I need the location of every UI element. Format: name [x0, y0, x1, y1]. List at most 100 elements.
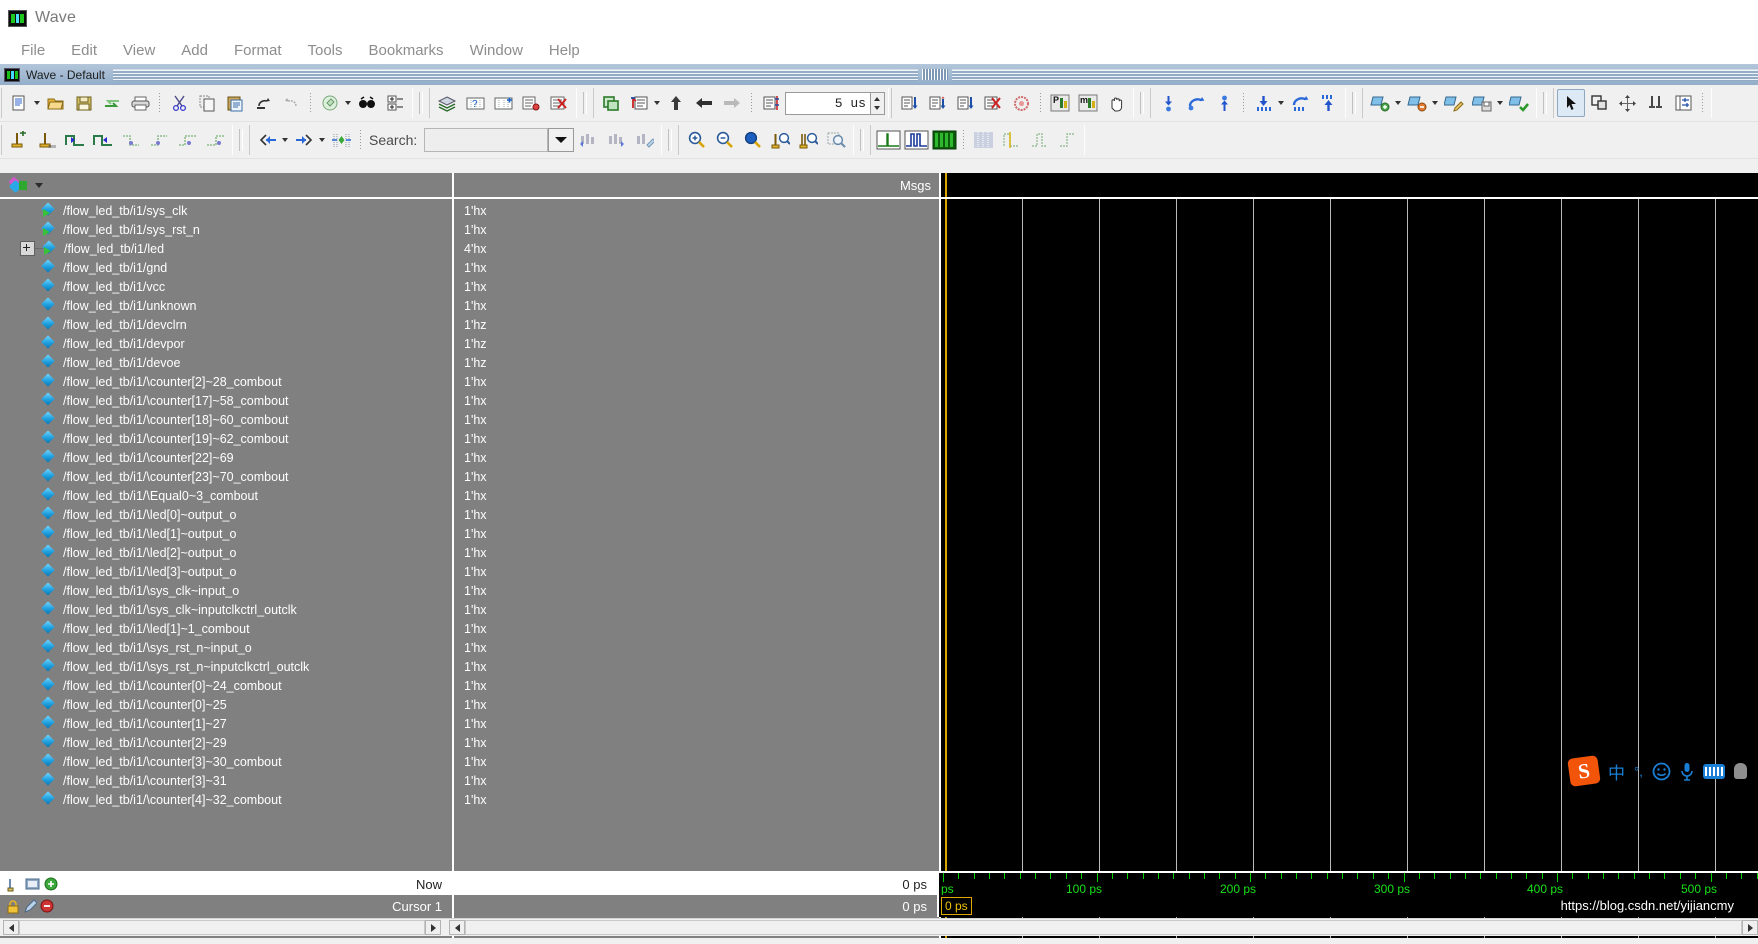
bookmark-save-button[interactable] — [1468, 89, 1496, 117]
signal-row[interactable]: /flow_led_tb/i1/\sys_rst_n~input_o — [0, 638, 452, 657]
signal-value-row[interactable]: 1'hx — [464, 562, 939, 581]
signal-row[interactable]: /flow_led_tb/i1/unknown — [0, 296, 452, 315]
signal-value-row[interactable]: 1'hx — [464, 467, 939, 486]
signal-value-row[interactable]: 1'hx — [464, 429, 939, 448]
signal-value-row[interactable]: 1'hx — [464, 372, 939, 391]
expand-right-button[interactable] — [290, 126, 318, 154]
print-button[interactable] — [126, 89, 154, 117]
signal-values-rows[interactable]: 1'hx 1'hx 4'hx 1'hx 1'hx 1'hx 1'hz 1'hz 1'hz 1'hx… — [454, 199, 939, 944]
cut-button[interactable] — [165, 89, 193, 117]
expand-left-button[interactable] — [253, 126, 281, 154]
run-button[interactable] — [625, 89, 653, 117]
signal-value-row[interactable]: 1'hx — [464, 391, 939, 410]
signal-row[interactable]: /flow_led_tb/i1/vcc — [0, 277, 452, 296]
expand-plus-icon[interactable] — [20, 241, 35, 256]
signal-value-row[interactable]: 1'hx — [464, 600, 939, 619]
signal-value-row[interactable]: 1'hx — [464, 752, 939, 771]
signal-value-row[interactable]: 1'hx — [464, 676, 939, 695]
redo-button[interactable] — [277, 89, 305, 117]
signal-row[interactable]: /flow_led_tb/i1/\counter[19]~62_combout — [0, 429, 452, 448]
bookmark-edit-button[interactable] — [1440, 89, 1468, 117]
wave-mosaic-button[interactable] — [969, 126, 997, 154]
signal-row[interactable]: /flow_led_tb/i1/devoe — [0, 353, 452, 372]
pan-mode-button[interactable] — [1613, 89, 1641, 117]
time-ruler[interactable]: ps 100 ps 200 ps 300 ps 400 ps 500 ps — [939, 873, 1758, 896]
copy-button[interactable] — [193, 89, 221, 117]
run-up-button[interactable] — [1210, 89, 1238, 117]
wave-question-button[interactable]: ? — [461, 89, 489, 117]
signal-row[interactable]: /flow_led_tb/i1/gnd — [0, 258, 452, 277]
signal-row[interactable]: /flow_led_tb/i1/\counter[3]~31 — [0, 771, 452, 790]
expand-right-dropdown-icon[interactable] — [319, 138, 325, 142]
paste-button[interactable] — [221, 89, 249, 117]
signal-row[interactable]: /flow_led_tb/i1/\led[0]~output_o — [0, 505, 452, 524]
step-over-button[interactable] — [923, 89, 951, 117]
wave-compare-button[interactable] — [517, 89, 545, 117]
zoom-out-button[interactable] — [710, 126, 738, 154]
signal-row[interactable]: /flow_led_tb/i1/\counter[3]~30_combout — [0, 752, 452, 771]
signal-row[interactable]: /flow_led_tb/i1/devclrn — [0, 315, 452, 334]
signal-value-row[interactable]: 1'hx — [464, 296, 939, 315]
signal-value-row[interactable]: 1'hx — [464, 524, 939, 543]
bookmark-remove-dropdown-icon[interactable] — [1432, 101, 1438, 105]
run-length-spinner[interactable] — [871, 91, 885, 115]
compile-button[interactable] — [316, 89, 344, 117]
find-any-edge-prev-button[interactable] — [173, 126, 201, 154]
pan-hand-button[interactable] — [1102, 89, 1130, 117]
zoom-full-button[interactable] — [738, 126, 766, 154]
wave-properties-button[interactable] — [1669, 89, 1697, 117]
dataflow-curve-button[interactable] — [1286, 89, 1314, 117]
signal-value-row[interactable]: 1'hx — [464, 714, 939, 733]
menu-window[interactable]: Window — [457, 40, 536, 61]
names-scroll-right-button[interactable] — [425, 920, 441, 935]
wave-edge-a-button[interactable] — [997, 126, 1025, 154]
search-options-button[interactable] — [630, 126, 658, 154]
search-input[interactable] — [424, 128, 549, 152]
run-dropdown-icon[interactable] — [654, 101, 660, 105]
find-next-transition-button[interactable] — [89, 126, 117, 154]
simulate-restart-button[interactable] — [597, 89, 625, 117]
signal-row[interactable]: /flow_led_tb/i1/\counter[2]~28_combout — [0, 372, 452, 391]
bookmark-add-button[interactable] — [1366, 89, 1394, 117]
wave-edge-c-button[interactable] — [1053, 126, 1081, 154]
zoom-region-button[interactable] — [822, 126, 850, 154]
find-previous-transition-button[interactable] — [61, 126, 89, 154]
cursor-time-badge[interactable]: 0 ps — [941, 897, 972, 915]
bookmark-save-dropdown-icon[interactable] — [1497, 101, 1503, 105]
run-length-icon-button[interactable] — [757, 89, 785, 117]
run-length-field[interactable]: 5 us — [785, 91, 871, 115]
wave-scroll-right-button[interactable] — [1742, 920, 1758, 935]
zoom-between-cursors-button[interactable] — [794, 126, 822, 154]
search-previous-button[interactable] — [574, 126, 602, 154]
open-button[interactable] — [42, 89, 70, 117]
ime-punctuation-label[interactable]: °, — [1634, 764, 1643, 779]
expand-all-button[interactable] — [381, 89, 409, 117]
signal-value-row[interactable]: 1'hx — [464, 733, 939, 752]
signal-row[interactable]: /flow_led_tb/i1/\counter[22]~69 — [0, 448, 452, 467]
zoom-to-cursor-button[interactable] — [766, 126, 794, 154]
find-falling-edge-button[interactable] — [117, 126, 145, 154]
wave-single-format-button[interactable] — [874, 126, 902, 154]
signal-value-row[interactable]: 1'hx — [464, 258, 939, 277]
names-scrollbar-track[interactable] — [19, 920, 425, 935]
user-account-icon[interactable] — [1733, 763, 1747, 779]
signal-value-row[interactable]: 1'hx — [464, 486, 939, 505]
find-button[interactable] — [353, 89, 381, 117]
find-any-edge-next-button[interactable] — [201, 126, 229, 154]
soft-keyboard-icon[interactable] — [1702, 763, 1725, 779]
restart-wave-button[interactable] — [1182, 89, 1210, 117]
menu-add[interactable]: Add — [168, 40, 221, 61]
smiley-icon[interactable] — [1652, 762, 1671, 781]
signal-row[interactable]: /flow_led_tb/i1/\led[2]~output_o — [0, 543, 452, 562]
select-mode-button[interactable] — [1557, 89, 1585, 117]
objects-dropdown-icon[interactable] — [35, 182, 43, 188]
names-scroll-left-button[interactable] — [3, 920, 19, 935]
wave-child-window-caption[interactable]: Wave - Default — [0, 64, 1758, 85]
signal-row[interactable]: /flow_led_tb/i1/\sys_clk~inputclkctrl_ou… — [0, 600, 452, 619]
expand-all-waves-button[interactable] — [327, 126, 355, 154]
signal-value-row[interactable]: 1'hx — [464, 505, 939, 524]
signal-value-row[interactable]: 1'hx — [464, 619, 939, 638]
signal-row[interactable]: /flow_led_tb/i1/led — [0, 239, 452, 258]
signal-row[interactable]: /flow_led_tb/i1/\counter[1]~27 — [0, 714, 452, 733]
wave-layers-button[interactable] — [433, 89, 461, 117]
